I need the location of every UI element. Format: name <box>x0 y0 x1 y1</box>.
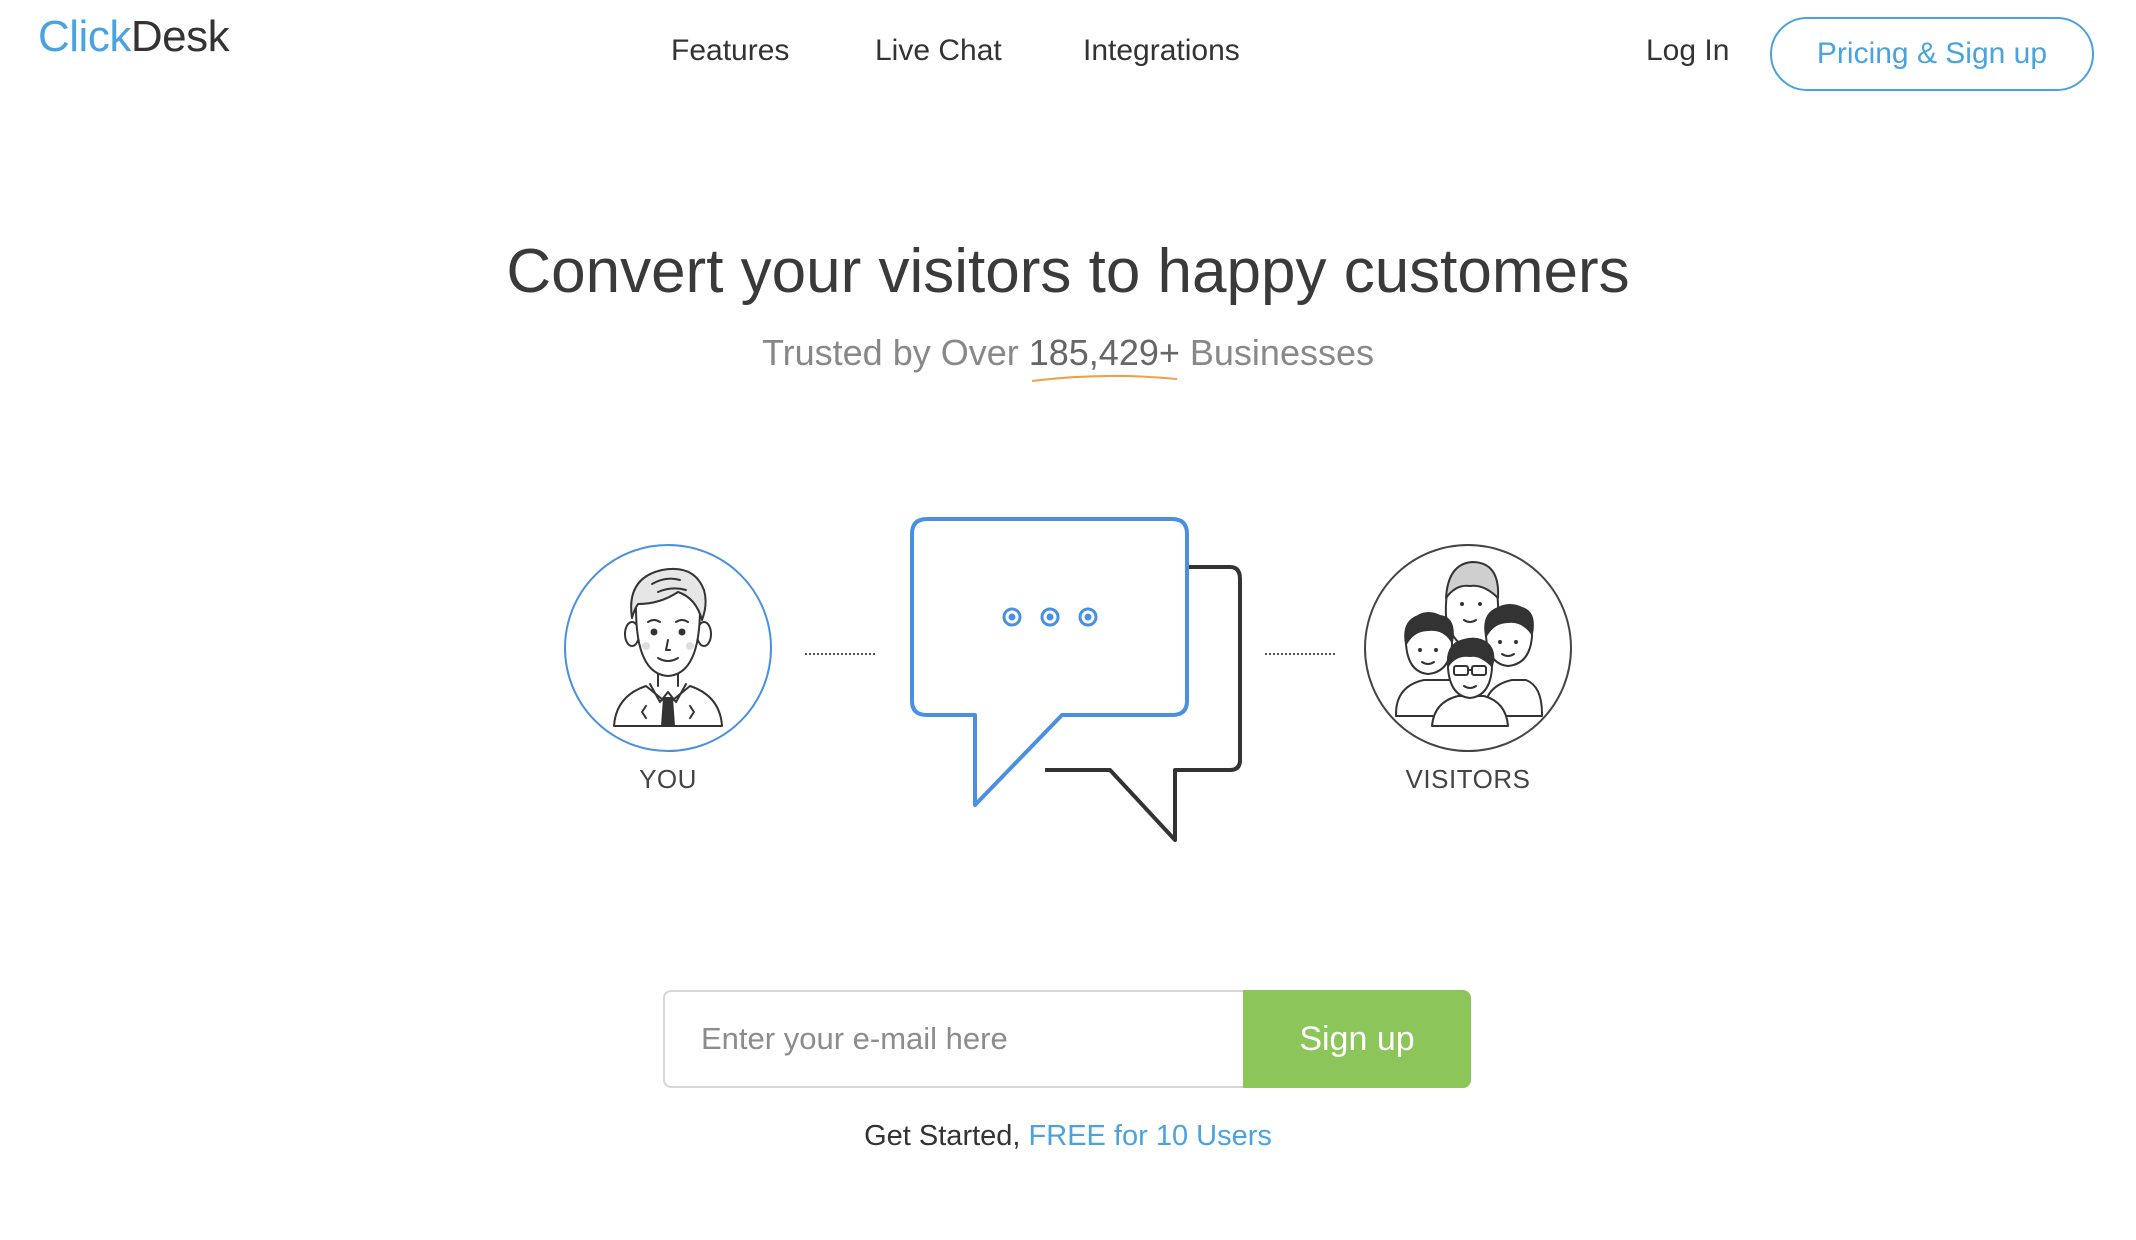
nav-integrations-link[interactable]: Integrations <box>1083 34 1240 68</box>
email-input[interactable] <box>663 990 1243 1088</box>
login-link[interactable]: Log In <box>1646 34 1729 68</box>
get-started-note: Get Started, FREE for 10 Users <box>0 1120 2136 1153</box>
nav-features-link[interactable]: Features <box>671 34 789 68</box>
connector-left <box>805 653 875 655</box>
count-underline-decoration <box>1031 374 1178 382</box>
connector-right <box>1265 653 1335 655</box>
signup-button[interactable]: Sign up <box>1243 990 1471 1088</box>
nav-live-chat-link[interactable]: Live Chat <box>875 34 1002 68</box>
business-count: 185,429+ <box>1028 332 1180 382</box>
agent-avatar-icon <box>564 544 772 752</box>
chat-bubbles-icon <box>910 517 1242 842</box>
subtitle-prefix: Trusted by Over <box>761 332 1029 373</box>
hero-title: Convert your visitors to happy customers <box>506 237 1630 306</box>
subtitle-suffix: Businesses <box>1179 332 1374 373</box>
chat-illustration: YOU VISITORS <box>0 500 2136 880</box>
free-users-link[interactable]: FREE for 10 Users <box>1029 1120 1272 1152</box>
hero-subtitle: Trusted by Over 185,429+ Businesses <box>0 332 2136 382</box>
you-label: YOU <box>639 764 697 794</box>
get-started-text: Get Started, <box>864 1120 1029 1152</box>
visitors-group-icon <box>1364 544 1572 752</box>
business-count-value: 185,429+ <box>1028 332 1180 373</box>
pricing-signup-button[interactable]: Pricing & Sign up <box>1770 17 2094 91</box>
visitors-label: VISITORS <box>1405 764 1531 794</box>
